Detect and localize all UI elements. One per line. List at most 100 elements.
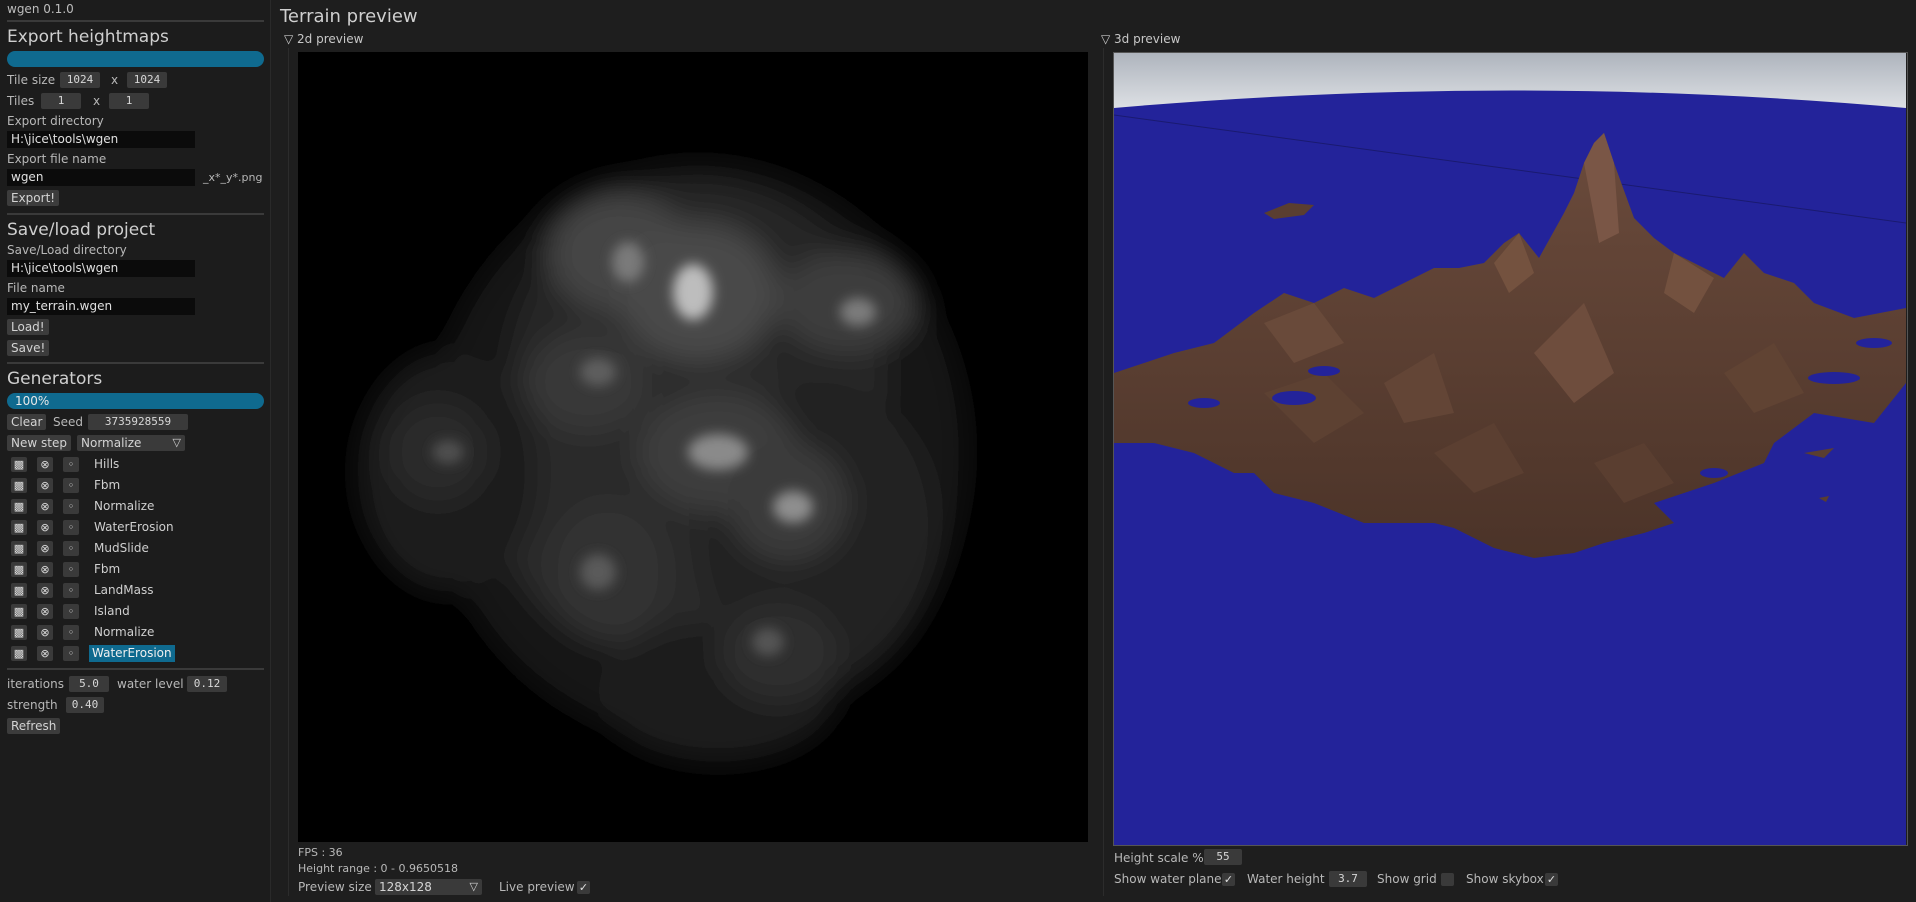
generator-step-row[interactable]: ▩ ⊗ ◦ Fbm: [8, 477, 268, 494]
delete-icon[interactable]: ⊗: [37, 520, 53, 535]
eye-icon[interactable]: ◦: [63, 583, 79, 598]
project-file-input[interactable]: my_terrain.wgen: [7, 298, 195, 315]
eye-icon[interactable]: ◦: [63, 457, 79, 472]
texture-icon[interactable]: ▩: [11, 541, 27, 556]
texture-icon[interactable]: ▩: [11, 625, 27, 640]
sidebar: wgen 0.1.0 Export heightmaps Tile size 1…: [0, 0, 271, 902]
terrain-preview-title: Terrain preview: [280, 6, 418, 27]
tiles-x-input[interactable]: 1: [41, 93, 81, 109]
generator-step-name[interactable]: Fbm: [91, 477, 123, 494]
generator-step-row[interactable]: ▩ ⊗ ◦ Hills: [8, 456, 268, 473]
generator-step-row[interactable]: ▩ ⊗ ◦ WaterErosion: [8, 519, 268, 536]
texture-icon[interactable]: ▩: [11, 646, 27, 661]
eye-icon[interactable]: ◦: [63, 562, 79, 577]
project-dir-input[interactable]: H:\jice\tools\wgen: [7, 260, 195, 277]
delete-icon[interactable]: ⊗: [37, 457, 53, 472]
generator-step-name[interactable]: Island: [91, 603, 133, 620]
generator-step-name[interactable]: WaterErosion: [91, 519, 177, 536]
tiles-x-label: x: [93, 94, 101, 108]
texture-icon[interactable]: ▩: [11, 499, 27, 514]
generator-step-row[interactable]: ▩ ⊗ ◦ Fbm: [8, 561, 268, 578]
water-height-input[interactable]: 3.7: [1329, 871, 1367, 887]
texture-icon[interactable]: ▩: [11, 562, 27, 577]
water-height-label: Water height: [1247, 872, 1325, 886]
export-button[interactable]: Export!: [7, 190, 60, 206]
view2d-header[interactable]: ▽ 2d preview: [284, 32, 363, 46]
generator-step-name[interactable]: Normalize: [91, 498, 157, 515]
generator-step-row[interactable]: ▩ ⊗ ◦ MudSlide: [8, 540, 268, 557]
clear-button[interactable]: Clear: [7, 414, 47, 430]
chevron-down-icon: ▽: [172, 436, 181, 449]
texture-icon[interactable]: ▩: [11, 520, 27, 535]
preview-size-dropdown[interactable]: 128x128 ▽: [375, 879, 482, 895]
generator-step-row[interactable]: ▩ ⊗ ◦ Normalize: [8, 498, 268, 515]
eye-icon[interactable]: ◦: [63, 478, 79, 493]
delete-icon[interactable]: ⊗: [37, 478, 53, 493]
water-level-label: water level: [117, 677, 184, 691]
eye-icon[interactable]: ◦: [63, 646, 79, 661]
strength-input[interactable]: 0.40: [66, 697, 104, 713]
divider: [7, 362, 264, 364]
delete-icon[interactable]: ⊗: [37, 541, 53, 556]
delete-icon[interactable]: ⊗: [37, 583, 53, 598]
eye-icon[interactable]: ◦: [63, 604, 79, 619]
export-file-label: Export file name: [7, 152, 107, 166]
generator-step-name[interactable]: Normalize: [91, 624, 157, 641]
tile-width-input[interactable]: 1024: [60, 72, 100, 88]
eye-icon[interactable]: ◦: [63, 625, 79, 640]
preview-size-label: Preview size: [298, 880, 372, 894]
texture-icon[interactable]: ▩: [11, 604, 27, 619]
chevron-down-icon: ▽: [469, 880, 478, 893]
seed-label: Seed: [53, 415, 83, 429]
step-type-dropdown[interactable]: Normalize ▽: [77, 435, 185, 451]
generator-step-row[interactable]: ▩ ⊗ ◦ WaterErosion: [8, 645, 268, 662]
iterations-input[interactable]: 5.0: [69, 676, 109, 692]
generator-step-row[interactable]: ▩ ⊗ ◦ LandMass: [8, 582, 268, 599]
generators-progress-bar: 100%: [7, 393, 264, 409]
texture-icon[interactable]: ▩: [11, 457, 27, 472]
generator-step-name[interactable]: WaterErosion: [89, 645, 175, 662]
export-dir-input[interactable]: H:\jice\tools\wgen: [7, 131, 195, 148]
delete-icon[interactable]: ⊗: [37, 562, 53, 577]
new-step-button[interactable]: New step: [7, 435, 71, 451]
eye-icon[interactable]: ◦: [63, 520, 79, 535]
refresh-button[interactable]: Refresh: [7, 718, 61, 734]
texture-icon[interactable]: ▩: [11, 478, 27, 493]
eye-icon[interactable]: ◦: [63, 499, 79, 514]
generator-step-name[interactable]: LandMass: [91, 582, 156, 599]
seed-input[interactable]: 3735928559: [88, 414, 188, 430]
generator-step-name[interactable]: Fbm: [91, 561, 123, 578]
eye-icon[interactable]: ◦: [63, 541, 79, 556]
view3d-header[interactable]: ▽ 3d preview: [1101, 32, 1180, 46]
show-water-plane-checkbox[interactable]: ✓: [1222, 873, 1235, 886]
height-scale-input[interactable]: 55: [1204, 849, 1242, 865]
delete-icon[interactable]: ⊗: [37, 499, 53, 514]
delete-icon[interactable]: ⊗: [37, 646, 53, 661]
water-level-input[interactable]: 0.12: [187, 676, 227, 692]
generator-step-row[interactable]: ▩ ⊗ ◦ Normalize: [8, 624, 268, 641]
generator-step-name[interactable]: MudSlide: [91, 540, 152, 557]
show-grid-label: Show grid: [1377, 872, 1437, 886]
generator-step-row[interactable]: ▩ ⊗ ◦ Island: [8, 603, 268, 620]
tile-height-input[interactable]: 1024: [127, 72, 167, 88]
terrain-3d-view[interactable]: [1114, 53, 1906, 845]
save-button[interactable]: Save!: [7, 340, 50, 356]
heightmap-2d-view[interactable]: [298, 52, 1088, 842]
tiles-y-input[interactable]: 1: [109, 93, 149, 109]
project-file-label: File name: [7, 281, 65, 295]
export-heading: Export heightmaps: [7, 27, 169, 47]
delete-icon[interactable]: ⊗: [37, 625, 53, 640]
export-file-input[interactable]: wgen: [7, 169, 195, 186]
export-progress-bar: [7, 51, 264, 67]
collapse-triangle-icon: ▽: [1101, 32, 1115, 46]
show-grid-checkbox[interactable]: [1441, 873, 1454, 886]
live-preview-checkbox[interactable]: ✓: [577, 881, 590, 894]
generator-step-name[interactable]: Hills: [91, 456, 122, 473]
show-skybox-checkbox[interactable]: ✓: [1545, 873, 1558, 886]
texture-icon[interactable]: ▩: [11, 583, 27, 598]
generators-heading: Generators: [7, 369, 103, 389]
delete-icon[interactable]: ⊗: [37, 604, 53, 619]
height-scale-label: Height scale %: [1114, 851, 1204, 865]
load-button[interactable]: Load!: [7, 319, 49, 335]
show-water-plane-label: Show water plane: [1114, 872, 1222, 886]
